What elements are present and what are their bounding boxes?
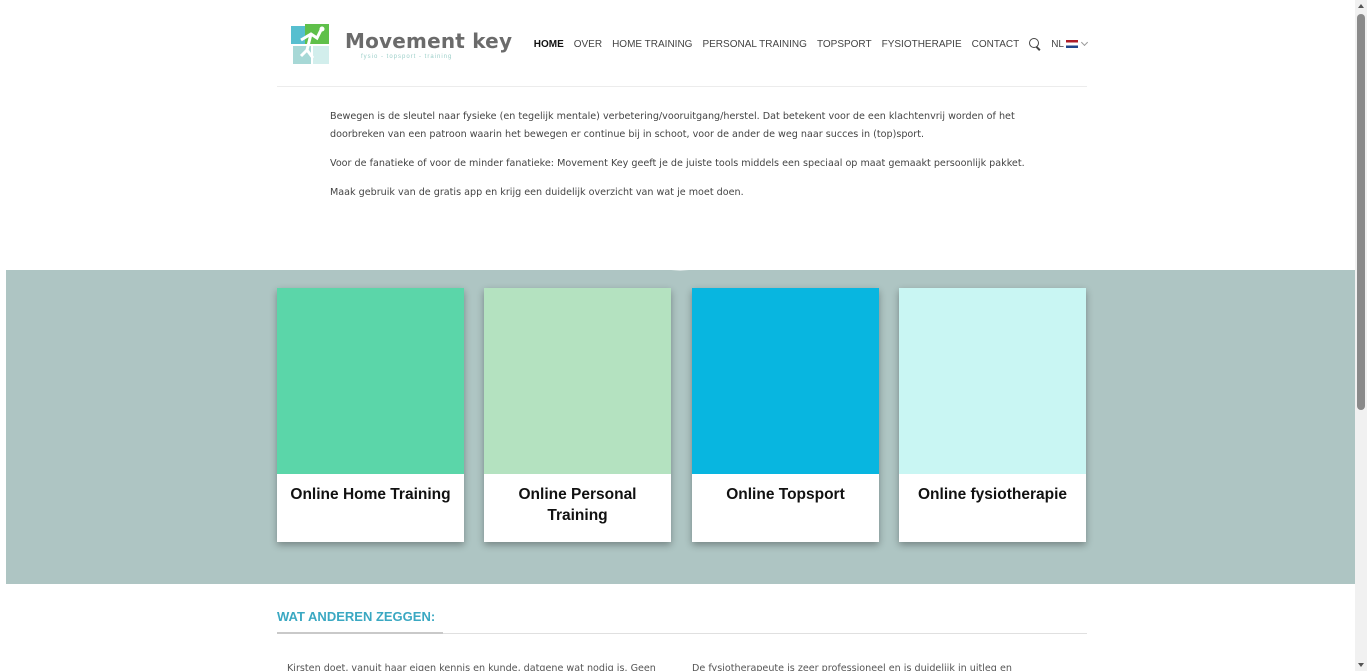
card-fysiotherapie[interactable]: Online fysiotherapie <box>899 288 1086 542</box>
intro-paragraph-2: Voor de fanatieke of voor de minder fana… <box>330 158 1025 169</box>
nav-topsport[interactable]: TOPSPORT <box>817 39 872 50</box>
testimonial-2: De fysiotherapeute is zeer professioneel… <box>692 663 1012 671</box>
logo-title: Movement key <box>345 29 513 53</box>
scroll-up-arrow-icon[interactable] <box>1358 4 1364 8</box>
search-icon[interactable] <box>1029 38 1041 50</box>
nav-home[interactable]: HOME <box>534 39 564 50</box>
services-band: Online Home Training Online Personal Tra… <box>6 265 1355 584</box>
intro-text: Bewegen is de sleutel naar fysieke (en t… <box>330 108 1050 213</box>
intro-paragraph-3: Maak gebruik van de gratis app en krijg … <box>330 187 744 198</box>
card-title: Online Home Training <box>290 486 451 503</box>
logo[interactable]: Movement key fysio - topsport - training <box>291 24 512 68</box>
language-label: NL <box>1051 38 1064 50</box>
testimonials-divider-accent <box>277 632 443 634</box>
card-home-training[interactable]: Online Home Training <box>277 288 464 542</box>
chevron-down-icon <box>1080 38 1089 47</box>
card-image <box>484 288 671 474</box>
intro-paragraph-1: Bewegen is de sleutel naar fysieke (en t… <box>330 111 1015 140</box>
band-notch <box>650 265 710 271</box>
dutch-flag-icon <box>1066 40 1078 48</box>
card-title: Online Topsport <box>726 486 845 503</box>
card-title: Online fysiotherapie <box>917 486 1067 503</box>
logo-tagline: fysio - topsport - training <box>361 54 453 60</box>
card-image <box>277 288 464 474</box>
main-nav: HOME OVER HOME TRAINING PERSONAL TRAININ… <box>534 38 1089 50</box>
testimonials-heading: WAT ANDEREN ZEGGEN: <box>277 609 436 624</box>
scroll-down-arrow-icon[interactable] <box>1358 663 1364 667</box>
card-topsport[interactable]: Online Topsport <box>692 288 879 542</box>
page-scrollbar[interactable] <box>1355 0 1367 671</box>
logo-mark-icon <box>291 24 329 64</box>
nav-home-training[interactable]: HOME TRAINING <box>612 39 692 50</box>
card-image <box>692 288 879 474</box>
nav-contact[interactable]: CONTACT <box>972 39 1020 50</box>
card-personal-training[interactable]: Online Personal Training <box>484 288 671 542</box>
language-switcher[interactable]: NL <box>1051 38 1089 50</box>
service-cards: Online Home Training Online Personal Tra… <box>277 288 1087 542</box>
scroll-thumb[interactable] <box>1357 14 1365 410</box>
testimonial-1: Kirsten doet, vanuit haar eigen kennis e… <box>287 663 656 671</box>
nav-fysiotherapie[interactable]: FYSIOTHERAPIE <box>882 39 962 50</box>
site-header: Movement key fysio - topsport - training… <box>277 0 1089 87</box>
card-image <box>899 288 1086 474</box>
card-title: Online Personal Training <box>518 486 637 524</box>
nav-personal-training[interactable]: PERSONAL TRAINING <box>702 39 806 50</box>
nav-over[interactable]: OVER <box>574 39 602 50</box>
